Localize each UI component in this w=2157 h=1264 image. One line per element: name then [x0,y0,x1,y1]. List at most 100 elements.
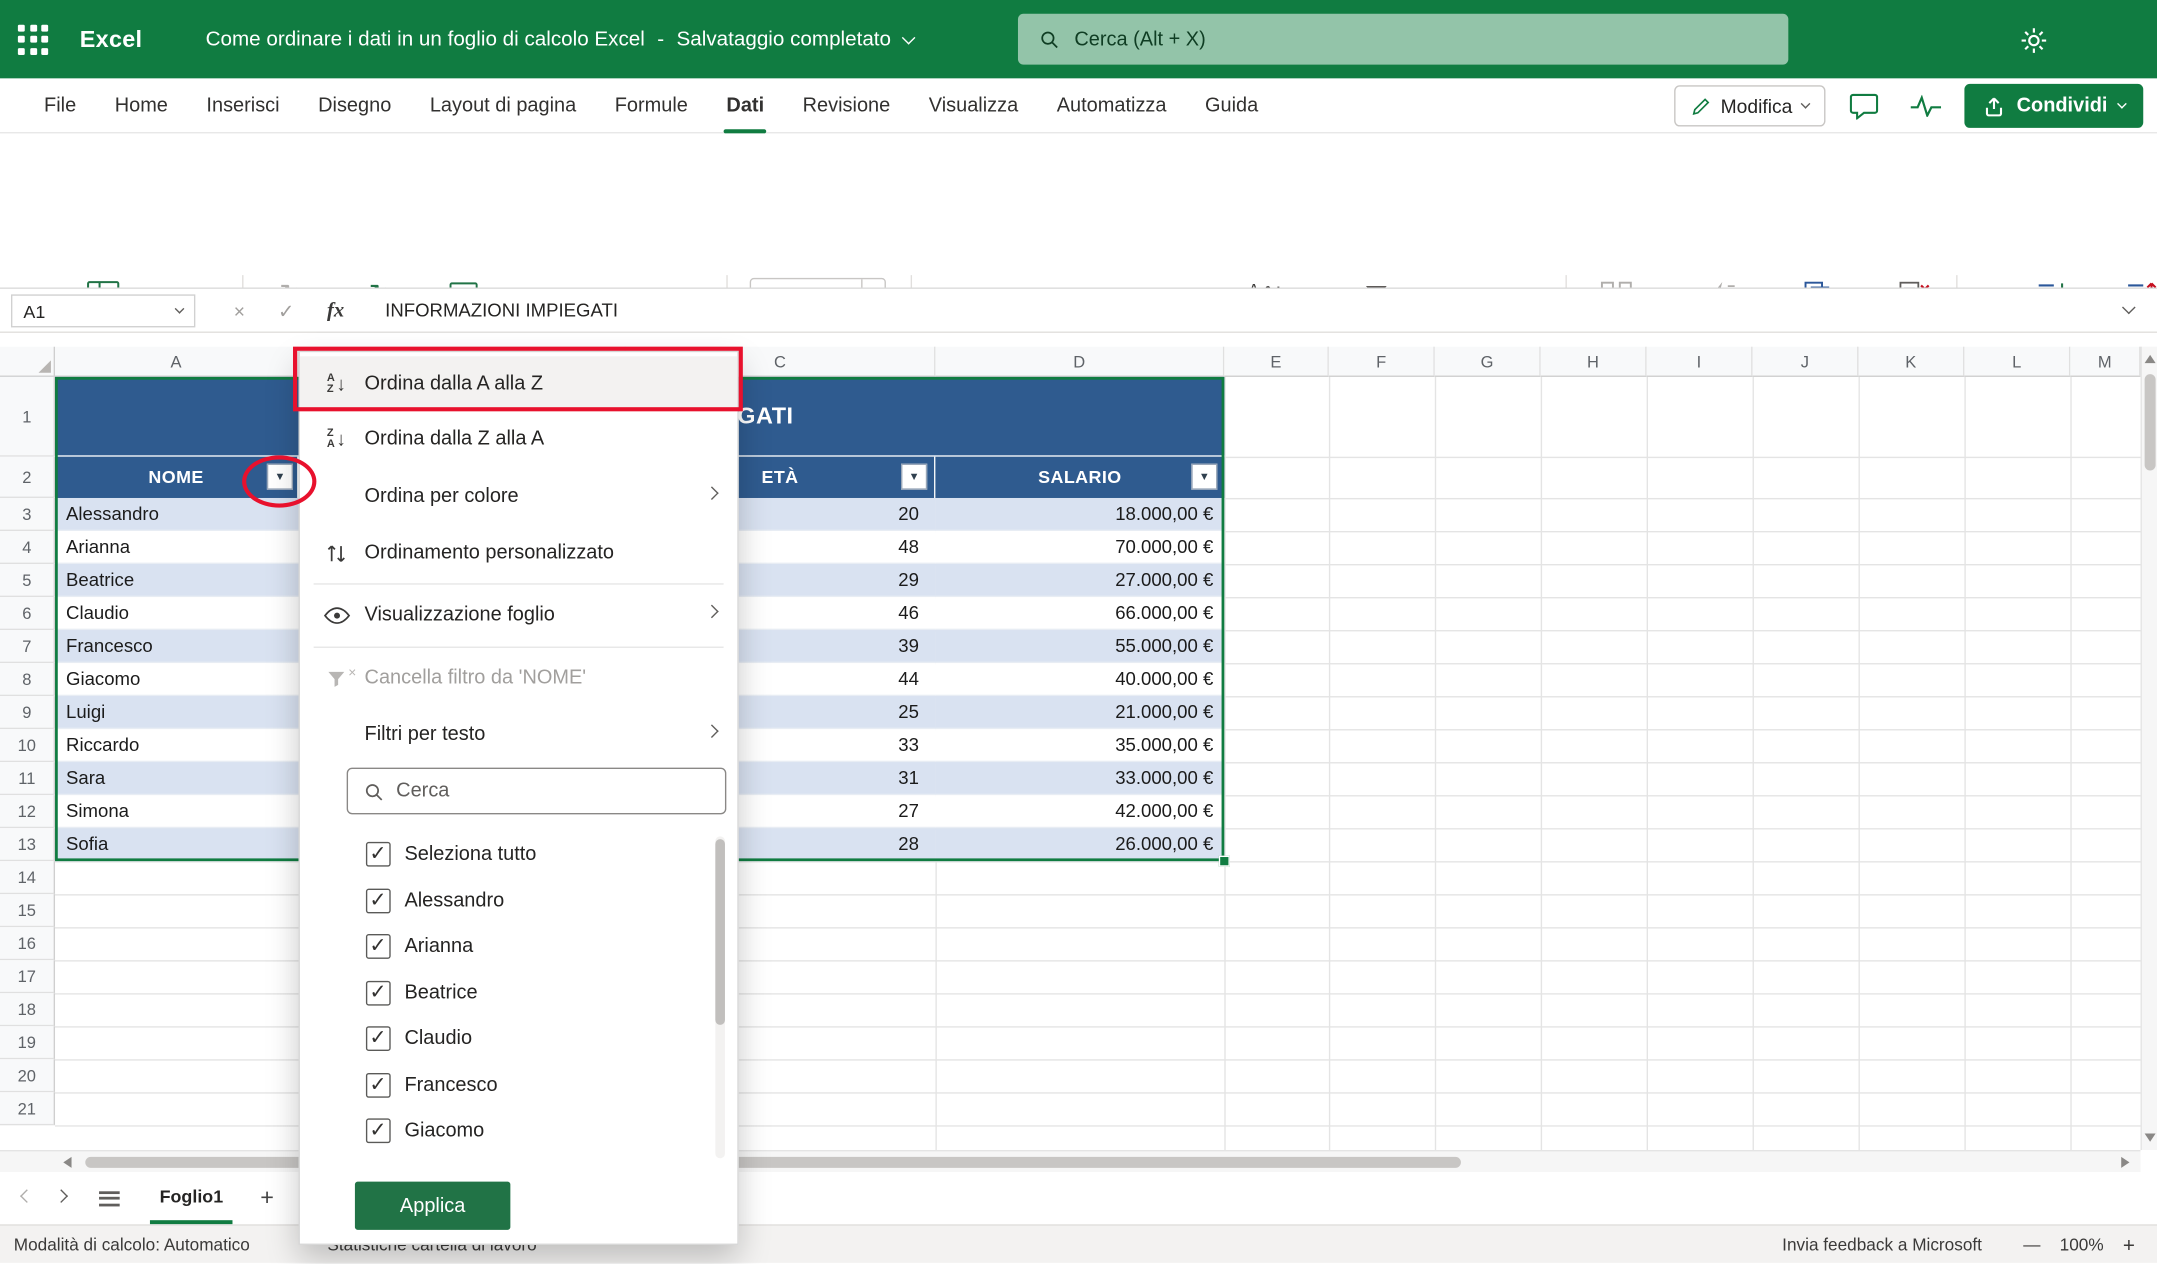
filter-checkbox-item[interactable]: Alessandro [300,877,737,924]
scroll-left-icon[interactable] [63,1157,71,1168]
eta-filter-button[interactable]: ▼ [901,464,927,490]
checkbox-checked-icon[interactable] [366,842,391,867]
formula-input[interactable]: INFORMAZIONI IMPIEGATI [385,289,618,333]
tab-revisione[interactable]: Revisione [783,78,909,133]
zoom-in-icon[interactable]: + [2123,1233,2135,1256]
cell-d7[interactable]: 55.000,00 € [935,630,1224,663]
feedback-link[interactable]: Invia feedback a Microsoft [1782,1235,1982,1254]
row-header-3[interactable]: 3 [0,498,55,531]
filter-checkbox-item[interactable]: Francesco [300,1061,737,1108]
checkbox-checked-icon[interactable] [366,1072,391,1097]
testo-in-colonne-button[interactable]: Testo in Colonne [1571,275,1662,289]
cell-a7[interactable]: Francesco [55,630,298,663]
modifica-mode-dropdown[interactable]: Modifica [1674,85,1826,126]
cell-a10[interactable]: Riccardo [55,729,298,762]
row-header-7[interactable]: 7 [0,630,55,663]
azioni-dropdown[interactable] [861,279,884,289]
zoom-out-icon[interactable]: — [2023,1235,2040,1254]
filter-checkbox-item[interactable]: Beatrice [300,969,737,1016]
menu-item-ordina-za[interactable]: ZA↓ Ordina dalla Z alla A [300,411,737,466]
zoom-level[interactable]: 100% [2060,1235,2104,1254]
cell-d9[interactable]: 21.000,00 € [935,696,1224,729]
cell-d6[interactable]: 66.000,00 € [935,597,1224,630]
nome-filter-button[interactable]: ▼ [267,464,293,490]
filter-checkbox-item[interactable]: Arianna [300,923,737,970]
aggiorna-button[interactable]: ↻ Aggiorna [250,275,330,289]
next-sheet-icon[interactable] [54,1189,68,1203]
row-header-11[interactable]: 11 [0,762,55,795]
scroll-up-icon[interactable] [2145,355,2156,363]
filter-list-scrollbar[interactable] [715,836,725,1158]
sheet-tab-foglio1[interactable]: Foglio1 [150,1172,233,1224]
scroll-down-icon[interactable] [2145,1134,2156,1142]
menu-item-ordina-az[interactable]: AZ↓ Ordina dalla A alla Z [300,356,737,411]
cell-d12[interactable]: 42.000,00 € [935,795,1224,828]
cell-d13[interactable]: 26.000,00 € [935,828,1224,861]
azioni-gallery[interactable]: Azioni [750,278,886,289]
cell-a4[interactable]: Arianna [55,531,298,564]
cell-a13[interactable]: Sofia [55,828,298,861]
separa-button[interactable]: Sep [2105,275,2157,289]
tab-inserisci[interactable]: Inserisci [187,78,299,133]
tab-layout-di-pagina[interactable]: Layout di pagina [411,78,596,133]
document-title[interactable]: Come ordinare i dati in un foglio di cal… [206,28,913,51]
tab-home[interactable]: Home [95,78,187,133]
column-header-G[interactable]: G [1435,347,1541,377]
settings-button[interactable] [2011,18,2055,62]
row-header-15[interactable]: 15 [0,894,55,927]
row-header-4[interactable]: 4 [0,531,55,564]
cancel-entry-button[interactable]: × [223,289,256,333]
row-header-6[interactable]: 6 [0,597,55,630]
calc-mode-status[interactable]: Modalità di calcolo: Automatico [14,1226,250,1264]
filter-search-input[interactable]: Cerca [347,768,727,815]
cell-a11[interactable]: Sara [55,762,298,795]
tab-visualizza[interactable]: Visualizza [909,78,1037,133]
checkbox-checked-icon[interactable] [366,1118,391,1143]
query-button[interactable]: Query [432,275,495,289]
row-header-5[interactable]: 5 [0,564,55,597]
row-header-21[interactable]: 21 [0,1092,55,1125]
row-header-9[interactable]: 9 [0,696,55,729]
cell-d4[interactable]: 70.000,00 € [935,531,1224,564]
menu-item-ordina-per-colore[interactable]: Ordina per colore [300,469,737,524]
menu-item-visualizzazione-foglio[interactable]: Visualizzazione foglio [300,587,737,642]
cell-a12[interactable]: Simona [55,795,298,828]
save-status[interactable]: Salvataggio completato [677,28,892,51]
row-header-16[interactable]: 16 [0,927,55,960]
expand-formula-bar-icon[interactable] [2122,301,2136,315]
row-header-8[interactable]: 8 [0,663,55,696]
filter-list-scroll-thumb[interactable] [715,839,725,1025]
fill-handle[interactable] [1219,856,1230,867]
ordinamento-personalizzato-button[interactable]: AZ Ordinamento personalizzato [1202,275,1334,289]
collegamenti-button[interactable]: Collegamenti alle cartelle di lavoro [503,275,712,289]
row-header-19[interactable]: 19 [0,1026,55,1059]
row-header-17[interactable]: 17 [0,960,55,993]
row-header-12[interactable]: 12 [0,795,55,828]
filtro-button[interactable]: Filtro [1340,275,1412,289]
checkbox-checked-icon[interactable] [366,934,391,959]
cell-a9[interactable]: Luigi [55,696,298,729]
cell-d3[interactable]: 18.000,00 € [935,498,1224,531]
sheet-list-icon[interactable] [99,1191,120,1206]
row-header-10[interactable]: 10 [0,729,55,762]
confirm-entry-button[interactable]: ✓ [270,289,303,333]
activity-button[interactable] [1902,85,1949,126]
horizontal-scroll-thumb[interactable] [85,1157,1461,1168]
menu-item-ordinamento-personalizzato[interactable]: Ordinamento personalizzato [300,525,737,580]
filter-checkbox-item[interactable]: Giacomo [300,1107,737,1154]
column-header-M[interactable]: M [2070,347,2140,377]
applica-button[interactable]: Applica [355,1182,510,1230]
rimuovi-duplicati-button[interactable]: Rimuovi duplicati [1777,275,1862,289]
filter-checkbox-item[interactable]: Claudio [300,1015,737,1062]
column-header-F[interactable]: F [1329,347,1435,377]
azioni-button[interactable]: Azioni [751,279,861,289]
cell-d8[interactable]: 40.000,00 € [935,663,1224,696]
cell-a3[interactable]: Alessandro [55,498,298,531]
tab-guida[interactable]: Guida [1186,78,1278,133]
app-launcher-waffle-icon[interactable] [18,24,48,54]
insert-function-button[interactable]: fx [319,289,352,333]
row-header-18[interactable]: 18 [0,993,55,1026]
table-header-nome[interactable]: NOME [55,457,298,498]
row-header-2[interactable]: 2 [0,457,55,498]
vertical-scrollbar[interactable] [2140,347,2157,1150]
